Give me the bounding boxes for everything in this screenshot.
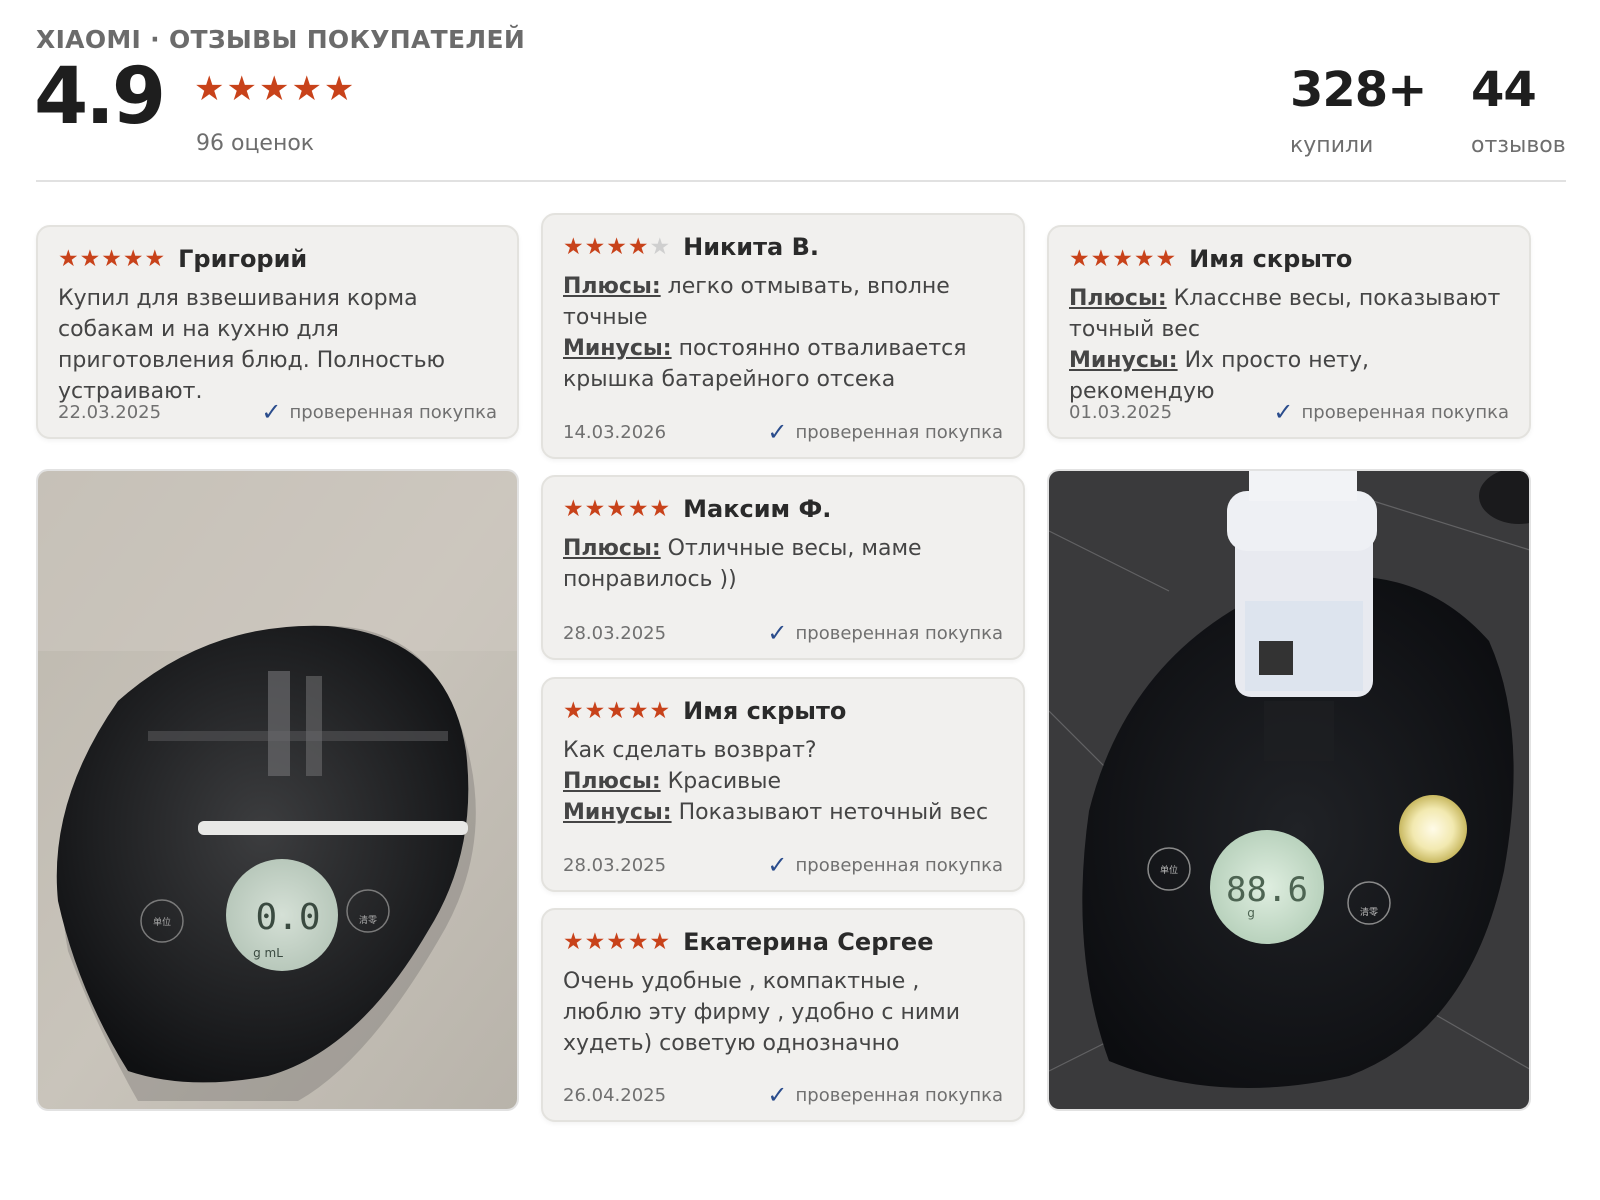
verified-badge: ✓ проверенная покупка — [767, 418, 1003, 446]
pros-label: Плюсы: — [563, 769, 661, 794]
review-author: Имя скрыто — [683, 697, 847, 725]
header-divider — [36, 180, 1566, 182]
review-author: Имя скрыто — [1189, 245, 1353, 273]
review-date: 28.03.2025 — [563, 622, 667, 644]
unit-button-label: 单位 — [1160, 864, 1178, 876]
zero-button-label: 清零 — [359, 914, 377, 926]
pros-label: Плюсы: — [563, 274, 661, 299]
verified-badge: ✓ проверенная покупка — [767, 1081, 1003, 1109]
review-text: Как сделать возврат? — [563, 738, 817, 763]
zero-button-label: 清零 — [1360, 906, 1378, 918]
review-body: Плюсы: Класснве весы, показывают точный … — [1069, 283, 1509, 407]
review-pros: Красивые — [667, 769, 781, 794]
check-icon: ✓ — [1273, 398, 1294, 426]
unit-button-label: 单位 — [153, 916, 171, 928]
review-cons: Показывают неточный вес — [678, 800, 989, 825]
review-body: Плюсы: Отличные весы, маме понравилось )… — [563, 533, 1003, 595]
review-date: 28.03.2025 — [563, 854, 667, 876]
cons-label: Минусы: — [1069, 348, 1178, 373]
average-stars: ★★★★★ — [194, 69, 357, 109]
review-text: Очень удобные , компактные , люблю эту ф… — [563, 969, 961, 1056]
verified-badge: ✓ проверенная покупка — [1273, 398, 1509, 426]
check-icon: ✓ — [767, 1081, 788, 1109]
stat-reviews-label: отзывов — [1471, 133, 1566, 158]
check-icon: ✓ — [767, 418, 788, 446]
review-body: Плюсы: легко отмывать, вполне точные Мин… — [563, 271, 1003, 395]
pros-label: Плюсы: — [1069, 286, 1167, 311]
check-icon: ✓ — [767, 619, 788, 647]
review-author: Максим Ф. — [683, 495, 832, 523]
cons-label: Минусы: — [563, 800, 672, 825]
scale-display-reading: 88.6 — [1226, 870, 1308, 910]
scale-display-unit: g — [1247, 906, 1255, 920]
check-icon: ✓ — [767, 851, 788, 879]
review-stars: ★★★★★ — [563, 495, 672, 522]
review-photo-left[interactable]: 0.0 g mL 单位 清零 — [36, 469, 519, 1111]
check-icon: ✓ — [261, 398, 282, 426]
review-date: 26.04.2025 — [563, 1084, 667, 1106]
scale-display-unit: g mL — [253, 946, 283, 960]
verified-badge: ✓ проверенная покупка — [261, 398, 497, 426]
average-score: 4.9 — [34, 52, 166, 142]
stat-bought: 328+ купили — [1290, 62, 1427, 158]
stat-bought-value: 328+ — [1290, 62, 1427, 118]
review-card: ★★★★★ Григорий Купил для взвешивания кор… — [36, 225, 519, 439]
review-card: ★★★★★ Имя скрыто Как сделать возврат? Пл… — [541, 677, 1025, 892]
review-stars: ★★★★★ — [563, 697, 672, 724]
review-body: Как сделать возврат? Плюсы: Красивые Мин… — [563, 735, 1003, 828]
verified-badge: ✓ проверенная покупка — [767, 619, 1003, 647]
stat-bought-label: купили — [1290, 133, 1374, 158]
pros-label: Плюсы: — [563, 536, 661, 561]
review-stars: ★★★★★ — [563, 233, 672, 260]
review-date: 22.03.2025 — [58, 401, 162, 423]
review-card: ★★★★★ Никита В. Плюсы: легко отмывать, в… — [541, 213, 1025, 459]
ratings-count: 96 оценок — [196, 131, 315, 156]
kitchen-scale-photo: 0.0 g mL 单位 清零 — [38, 471, 517, 1109]
review-author: Екатерина Сергее — [683, 928, 934, 956]
cons-label: Минусы: — [563, 336, 672, 361]
stat-reviews-value: 44 — [1471, 62, 1537, 118]
review-stars: ★★★★★ — [1069, 245, 1178, 272]
review-card: ★★★★★ Екатерина Сергее Очень удобные , к… — [541, 908, 1025, 1122]
scale-display-reading: 0.0 — [255, 897, 320, 938]
review-text: Купил для взвешивания корма собакам и на… — [58, 286, 446, 404]
review-card: ★★★★★ Имя скрыто Плюсы: Класснве весы, п… — [1047, 225, 1531, 439]
review-date: 14.03.2026 — [563, 421, 667, 443]
review-author: Григорий — [178, 245, 308, 273]
review-stars: ★★★★★ — [58, 245, 167, 272]
review-photo-right[interactable]: 88.6 g 单位 清零 — [1047, 469, 1531, 1111]
kitchen-scale-with-bottle-photo: 88.6 g 单位 清零 — [1049, 471, 1529, 1109]
review-date: 01.03.2025 — [1069, 401, 1173, 423]
verified-badge: ✓ проверенная покупка — [767, 851, 1003, 879]
review-stars: ★★★★★ — [563, 928, 672, 955]
review-author: Никита В. — [683, 233, 819, 261]
page-brand-title: XIAOMI · ОТЗЫВЫ ПОКУПАТЕЛЕЙ — [36, 25, 526, 54]
stat-reviews: 44 отзывов — [1471, 66, 1566, 158]
review-card: ★★★★★ Максим Ф. Плюсы: Отличные весы, ма… — [541, 475, 1025, 660]
